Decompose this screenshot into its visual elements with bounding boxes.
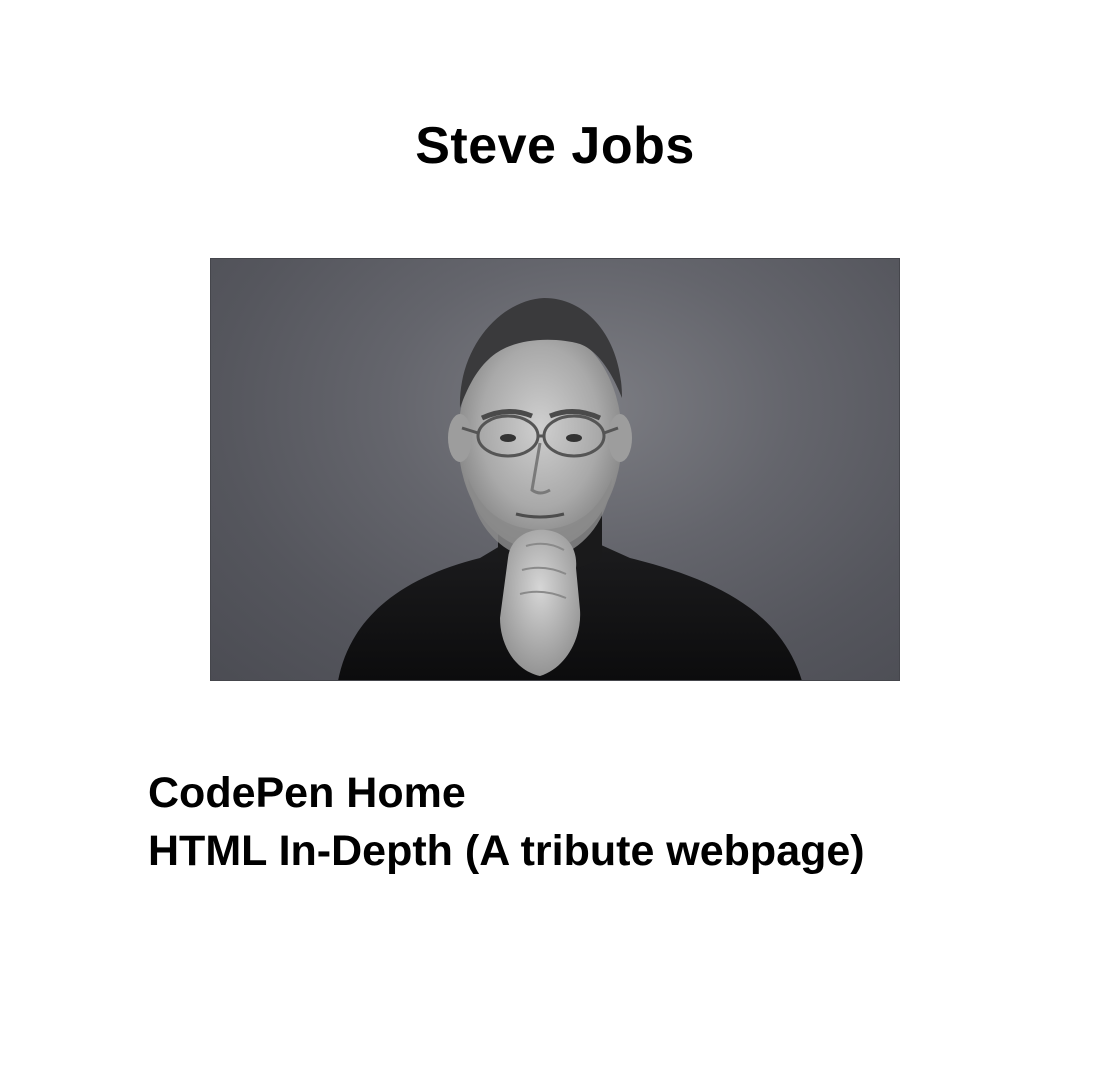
portrait-image [210, 258, 900, 681]
portrait-illustration [210, 258, 900, 681]
tribute-page: { "page": { "title": "Steve Jobs", "imag… [0, 0, 1110, 1074]
codepen-home-text: CodePen Home [148, 769, 466, 817]
footer-text: CodePen Home HTML In-Depth (A tribute we… [148, 764, 1048, 880]
page-subtitle: HTML In-Depth (A tribute webpage) [148, 827, 865, 875]
page-title: Steve Jobs [415, 117, 695, 175]
